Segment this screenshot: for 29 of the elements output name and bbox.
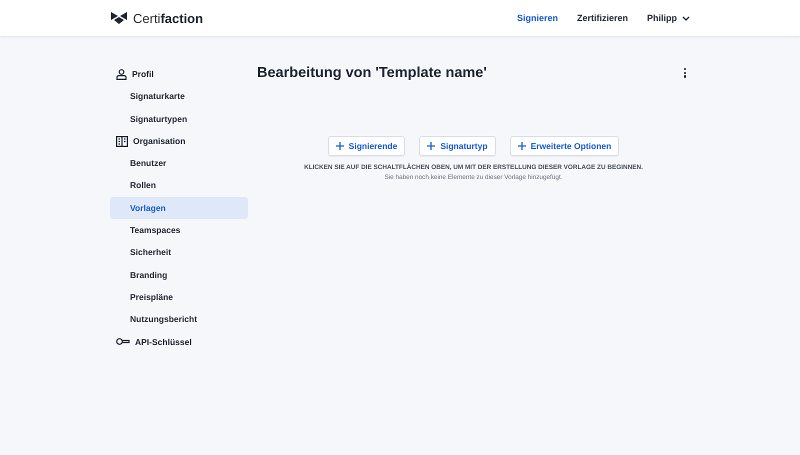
sidebar-section[interactable]: Profil [110,63,248,86]
sidebar-item[interactable]: Vorlagen [110,196,248,220]
sidebar-item[interactable]: Branding [110,264,248,286]
user-menu[interactable]: Philipp [647,13,690,23]
plus-icon [427,142,436,150]
page-title: Bearbeitung von 'Template name' [257,65,487,81]
chevron-down-icon [682,16,690,20]
sidebar-item[interactable]: Teamspaces [110,219,248,242]
add-button[interactable]: Signaturtyp [419,136,496,156]
sidebar-item[interactable]: Nutzungsbericht [110,308,248,331]
building-icon [116,136,128,147]
add-button[interactable]: Signierende [328,136,406,156]
sidebar-item[interactable]: Signaturkarte [110,85,248,108]
sidebar-section[interactable]: API-Schlüssel [110,330,248,353]
add-button[interactable]: Erweiterte Optionen [510,136,620,156]
nav-link[interactable]: Signieren [516,13,558,23]
sidebar-item[interactable]: Rollen [110,174,248,197]
sidebar-section[interactable]: Organisation [110,130,248,152]
sidebar-item[interactable]: Sicherheit [110,241,248,264]
key-icon [116,337,130,346]
sidebar-item[interactable]: Benutzer [110,152,248,174]
plus-icon [518,142,526,150]
nav-link[interactable]: Zertifizieren [576,13,628,23]
sidebar-item[interactable]: Signaturtypen [110,108,248,130]
plus-icon [336,142,344,150]
sidebar-item[interactable]: Preispläne [110,286,248,308]
logo-text: Certifaction [133,10,204,26]
logo-icon [110,11,128,25]
person-icon [116,68,127,80]
